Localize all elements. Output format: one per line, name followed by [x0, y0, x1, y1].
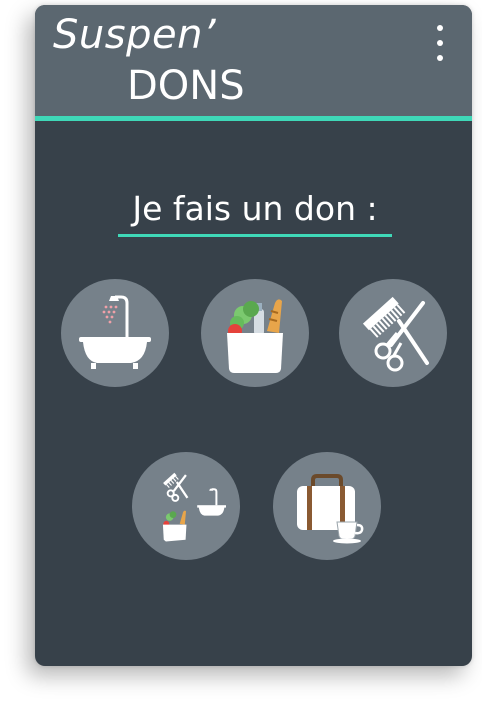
more-menu-icon[interactable] [429, 25, 451, 61]
donate-haircut-button[interactable] [339, 279, 447, 387]
title-underline [118, 234, 392, 237]
app-card: Suspen’ DONS Je fais un don : [35, 5, 472, 666]
combo-pack-icon [162, 472, 226, 542]
comb-scissors-icon [362, 296, 429, 372]
shower-bath-icon [79, 295, 151, 369]
page-title: Je fais un don : [132, 189, 378, 228]
app-header: Suspen’ DONS [35, 5, 472, 116]
logo-line-1: Suspen’ [53, 12, 217, 58]
groceries-bag-icon [227, 299, 283, 373]
header-accent-divider [35, 116, 472, 121]
logo-line-2: DONS [127, 63, 245, 109]
donate-suitcase-button[interactable] [273, 452, 381, 560]
donate-groceries-button[interactable] [201, 279, 309, 387]
suitcase-coffee-icon [297, 474, 364, 544]
donate-combo-button[interactable] [132, 452, 240, 560]
donate-shower-button[interactable] [61, 279, 169, 387]
